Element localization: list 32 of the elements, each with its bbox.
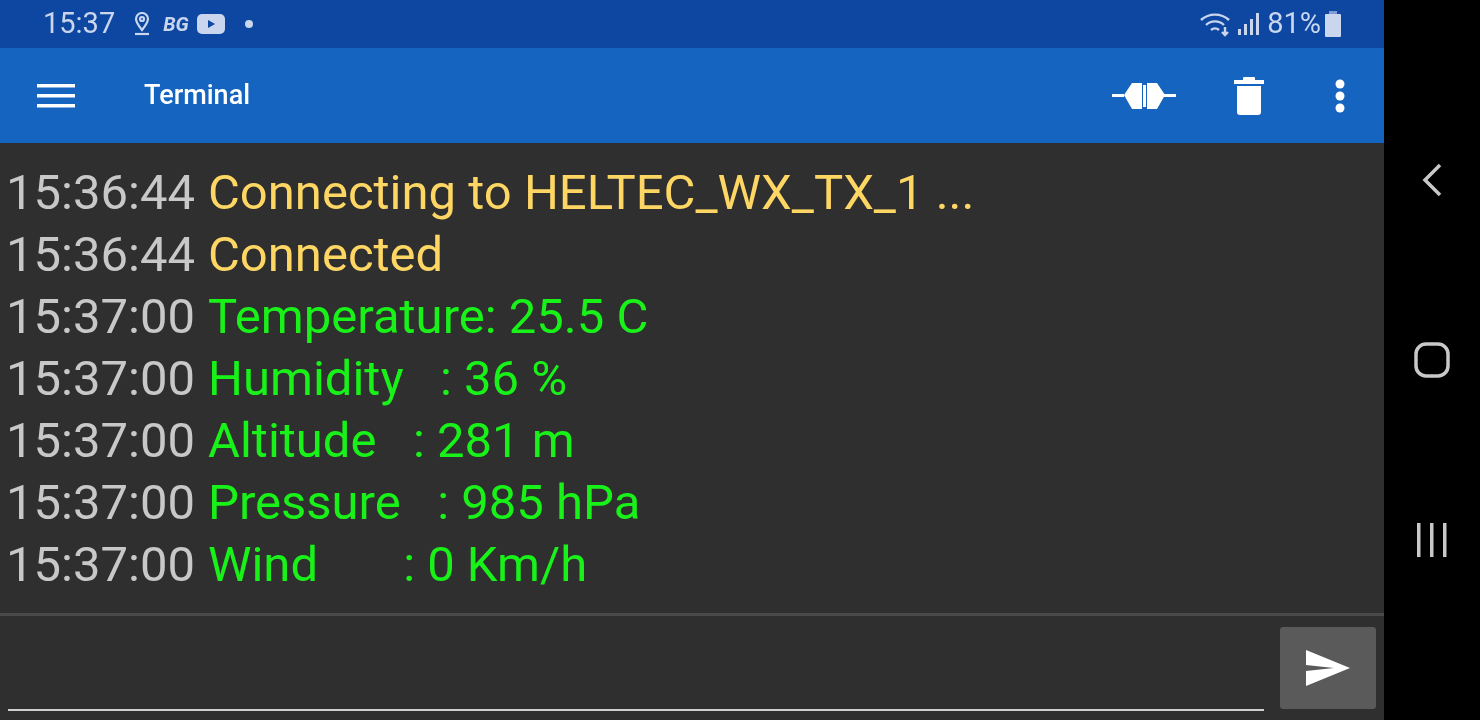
timestamp: 15:36:44 bbox=[6, 229, 195, 279]
signal-icon bbox=[1237, 13, 1260, 35]
dot-icon bbox=[244, 20, 253, 28]
home-icon bbox=[1414, 342, 1450, 378]
timestamp: 15:37:00 bbox=[6, 291, 195, 341]
terminal-message: Temperature: 25.5 C bbox=[207, 291, 649, 341]
terminal-message: Wind : 0 Km/h bbox=[207, 539, 588, 589]
recent-apps-icon bbox=[1416, 523, 1448, 557]
home-button[interactable] bbox=[1412, 340, 1452, 380]
back-chevron-icon bbox=[1422, 163, 1442, 197]
timestamp: 15:37:00 bbox=[6, 353, 195, 403]
terminal-message: Altitude : 281 m bbox=[207, 415, 575, 465]
timestamp: 15:36:44 bbox=[6, 167, 195, 217]
carrier-label: BG bbox=[163, 11, 189, 38]
send-icon bbox=[1306, 650, 1350, 686]
more-options-button[interactable] bbox=[1334, 77, 1346, 114]
video-play-icon bbox=[196, 14, 225, 34]
timestamp: 15:37:00 bbox=[6, 539, 195, 589]
app-title: Terminal bbox=[144, 78, 251, 114]
timestamp: 15:37:00 bbox=[6, 477, 195, 527]
more-vertical-icon bbox=[1335, 78, 1345, 113]
delete-button[interactable] bbox=[1234, 75, 1264, 116]
terminal-message: Connected bbox=[207, 229, 444, 279]
send-button[interactable] bbox=[1280, 627, 1376, 709]
terminal-message: Pressure : 985 hPa bbox=[207, 477, 641, 527]
trash-icon bbox=[1234, 76, 1264, 115]
battery-icon bbox=[1325, 11, 1341, 37]
menu-icon bbox=[37, 83, 75, 108]
location-pin-icon bbox=[133, 12, 152, 36]
battery-percentage: 81% bbox=[1267, 5, 1321, 43]
clock: 15:37 bbox=[43, 5, 116, 43]
timestamp: 15:37:00 bbox=[6, 415, 195, 465]
